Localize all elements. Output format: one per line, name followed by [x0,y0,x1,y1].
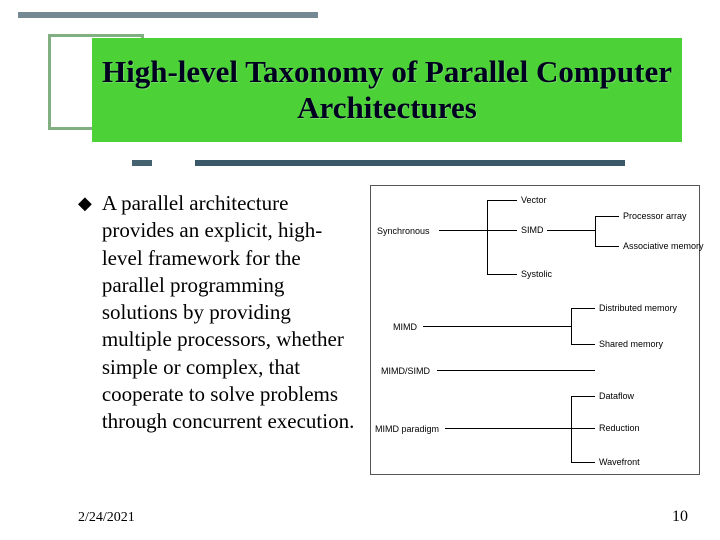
diagram-label-dataflow: Dataflow [599,391,634,401]
diagram-line [595,216,619,217]
diagram-line [487,274,517,275]
diagram-line [571,344,595,345]
diagram-line [595,216,596,246]
diagram-line [445,428,571,429]
decor-rule-small [132,160,152,166]
decor-rule-top [18,12,318,18]
diagram-line [423,326,571,327]
diagram-line [547,230,595,231]
diagram-line [437,370,595,371]
diagram-label-systolic: Systolic [521,269,552,279]
diagram-line [571,396,572,462]
diagram-label-reduction: Reduction [599,423,640,433]
diagram-label-synchronous: Synchronous [377,226,430,236]
diagram-label-simd: SIMD [521,225,544,235]
diagram-label-associative-memory: Associative memory [623,241,704,251]
slide-title: High-level Taxonomy of Parallel Computer… [98,54,676,125]
decor-rule-under [195,160,625,166]
diagram-label-shared-memory: Shared memory [599,339,663,349]
diagram-line [595,246,619,247]
bullet-text: A parallel architecture provides an expl… [102,190,358,436]
diagram-line [571,462,595,463]
slide: High-level Taxonomy of Parallel Computer… [0,0,720,540]
diagram-line [487,200,488,274]
bullet-row: ◆ A parallel architecture provides an ex… [78,190,358,436]
title-band: High-level Taxonomy of Parallel Computer… [92,38,682,142]
diagram-label-mimd-paradigm: MIMD paradigm [375,424,439,434]
diagram-line [439,230,487,231]
bullet-glyph-icon: ◆ [78,190,92,216]
diagram-label-vector: Vector [521,195,547,205]
diagram-label-mimd-simd: MIMD/SIMD [381,366,430,376]
diagram-label-distributed-memory: Distributed memory [599,303,677,313]
diagram-label-wavefront: Wavefront [599,457,640,467]
diagram-line [571,308,595,309]
diagram-line [487,230,517,231]
diagram-label-processor-array: Processor array [623,211,687,221]
diagram-label-mimd: MIMD [393,322,417,332]
diagram-line [571,396,595,397]
diagram-line [487,200,517,201]
footer-date: 2/24/2021 [78,510,135,526]
body-area: ◆ A parallel architecture provides an ex… [78,190,358,436]
diagram-line [571,308,572,344]
footer-page-number: 10 [672,508,688,526]
diagram-line [571,428,595,429]
taxonomy-diagram: Synchronous Vector SIMD Systolic Process… [370,185,700,475]
